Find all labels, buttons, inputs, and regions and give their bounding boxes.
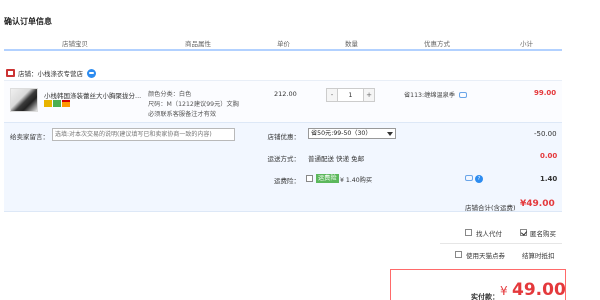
product-thumbnail[interactable] bbox=[10, 88, 38, 112]
anonymous-checkbox[interactable] bbox=[520, 229, 527, 236]
shop-total-value: ¥49.00 bbox=[520, 199, 555, 209]
shop-name-link[interactable]: 小栈涤衣专营店 bbox=[38, 68, 84, 78]
shop-label: 店铺： bbox=[18, 70, 38, 78]
shipping-label: 运送方式： bbox=[267, 155, 301, 163]
header-price: 单价 bbox=[277, 40, 290, 48]
insurance-tag: 运费险 bbox=[316, 174, 339, 183]
qty-minus-button[interactable]: - bbox=[326, 88, 338, 102]
pay-amount: 49.00 bbox=[512, 280, 566, 300]
help-icon[interactable]: ? bbox=[475, 175, 483, 183]
insurance-label: 运费险： bbox=[274, 177, 300, 185]
header-shop-item: 店铺宝贝 bbox=[62, 40, 88, 48]
qty-plus-button[interactable]: + bbox=[363, 88, 375, 102]
coupon-selected-value: 省50元:99-50（30） bbox=[311, 130, 372, 137]
insurance-price: 1.40 bbox=[540, 175, 558, 183]
insurance-price-text: ¥ 1.40购买 bbox=[340, 177, 373, 184]
product-title-link[interactable]: 小栈韩国涤装蕾丝大小胸聚拢分... bbox=[44, 90, 144, 100]
pay-currency-symbol: ¥ bbox=[500, 284, 508, 298]
header-subtotal: 小计 bbox=[520, 40, 533, 48]
product-badges bbox=[44, 100, 70, 107]
badge-icon bbox=[62, 100, 70, 107]
header-quantity: 数量 bbox=[345, 40, 358, 48]
tmall-points-checkbox[interactable] bbox=[455, 251, 462, 258]
speech-icon[interactable] bbox=[465, 175, 473, 181]
insurance-icons: ? bbox=[465, 175, 483, 183]
coupon-select[interactable]: 省50元:99-50（30） bbox=[308, 128, 396, 139]
shop-row: 店铺： 小栈涤衣专营店 bbox=[6, 67, 96, 79]
qty-input[interactable]: 1 bbox=[338, 88, 363, 102]
shipping-info: 普通配送 快递 免邮 bbox=[308, 155, 365, 163]
seller-message-input[interactable] bbox=[52, 128, 235, 141]
badge-icon bbox=[53, 100, 61, 107]
page-title: 确认订单信息 bbox=[4, 17, 52, 26]
divider bbox=[440, 243, 562, 244]
badge-icon bbox=[44, 100, 52, 107]
attr-size: 尺码：M（1212建议99元）文胸 bbox=[148, 101, 239, 108]
message-label: 给卖家留言： bbox=[10, 133, 49, 141]
coupon-discount: -50.00 bbox=[534, 130, 557, 138]
shop-total-label: 店铺合计(含运费) bbox=[465, 204, 516, 212]
promo-info: 省113:缠绵温泉季 bbox=[404, 90, 468, 99]
promo-text: 省113:缠绵温泉季 bbox=[404, 92, 456, 99]
header-discount: 优惠方式 bbox=[424, 40, 450, 48]
item-row bbox=[4, 80, 562, 122]
attr-note: 必须联系客服备注才有效 bbox=[148, 111, 217, 118]
unit-price: 212.00 bbox=[274, 90, 297, 98]
shipping-price: 0.00 bbox=[540, 152, 558, 160]
item-subtotal: 99.00 bbox=[534, 89, 557, 97]
insurance-checkbox[interactable] bbox=[306, 175, 313, 182]
attr-color: 颜色分类：白色 bbox=[148, 91, 192, 98]
installment-label: 结算时抵扣 bbox=[522, 252, 555, 260]
speech-icon[interactable] bbox=[459, 91, 468, 98]
proxy-pay-checkbox[interactable] bbox=[465, 229, 472, 236]
header-divider bbox=[4, 49, 562, 51]
proxy-pay-label: 找人代付 bbox=[476, 230, 502, 238]
anonymous-label: 匿名购买 bbox=[530, 230, 556, 238]
pay-label: 实付款： bbox=[471, 293, 499, 300]
coupon-label: 店铺优惠： bbox=[267, 133, 301, 141]
chevron-down-icon bbox=[387, 132, 393, 136]
quantity-stepper: - 1 + bbox=[326, 88, 375, 102]
chat-icon[interactable] bbox=[87, 68, 96, 78]
header-attributes: 商品属性 bbox=[185, 40, 211, 48]
tmall-points-label: 使用天猫点券 bbox=[466, 252, 505, 260]
product-attributes: 颜色分类：白色 尺码：M（1212建议99元）文胸 必须联系客服备注才有效 bbox=[148, 90, 239, 120]
shop-icon bbox=[6, 69, 15, 77]
